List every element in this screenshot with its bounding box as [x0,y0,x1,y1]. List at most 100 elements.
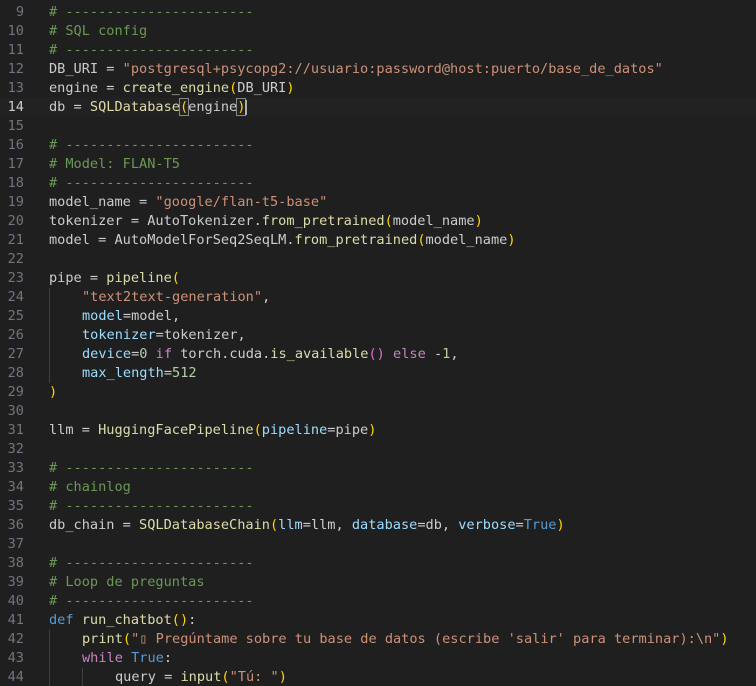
token-comment: # ----------------------- [49,4,254,20]
token-number: 512 [172,365,197,381]
token-bracket1: ) [278,669,287,685]
line-number: 41 [7,612,24,628]
code-line-current[interactable]: 14 db = SQLDatabase(engine) [0,98,756,117]
code-line[interactable]: 19 model_name = "google/flan-t5-base" [0,193,756,212]
code-line[interactable]: 35 # ----------------------- [0,497,756,516]
code-line[interactable]: 25 model=model, [0,307,756,326]
token-plain: engine = [49,80,123,96]
code-line[interactable]: 44 query = input("Tú: ") [0,668,756,686]
line-number: 39 [7,574,24,590]
token-param: verbose [458,517,516,533]
token-bracket1: ( [384,213,393,229]
code-line[interactable]: 24 "text2text-generation", [0,288,756,307]
code-line[interactable]: 21 model = AutoModelForSeq2SeqLM.from_pre… [0,231,756,250]
code-line[interactable]: 38 # ----------------------- [0,554,756,573]
token-plain: query = [115,669,181,685]
token-comment: # ----------------------- [49,555,254,571]
code-line[interactable]: 22 [0,250,756,269]
code-line[interactable]: 39 # Loop de preguntas [0,573,756,592]
line-number: 43 [7,650,24,666]
token-function: SQLDatabaseChain [139,517,270,533]
line-number: 25 [7,308,24,324]
token-plain: , [262,289,271,305]
code-text: ) [49,383,57,402]
code-text: max_length=512 [82,364,197,383]
token-string: "▯ Pregúntame sobre tu base de datos (es… [131,631,721,647]
token-plain: AutoTokenizer. [147,213,262,229]
token-comment: # Loop de preguntas [49,574,205,590]
token-param: tokenizer [82,327,156,343]
code-line[interactable]: 17 # Model: FLAN-T5 [0,155,756,174]
token-plain: torch.cuda. [172,346,271,362]
indent-guide [49,668,50,686]
code-line[interactable]: 42 print("▯ Pregúntame sobre tu base de d… [0,630,756,649]
code-line[interactable]: 37 [0,535,756,554]
code-line[interactable]: 29) [0,383,756,402]
code-text: engine = create_engine(DB_URI) [49,79,295,98]
line-number: 29 [7,384,24,400]
line-number: 23 [7,270,24,286]
code-line[interactable]: 27 device=0 if torch.cuda.is_available() … [0,345,756,364]
code-text: db = SQLDatabase(engine) [49,98,247,117]
token-bracket1: ) [507,232,516,248]
line-number: 11 [7,42,24,58]
code-line[interactable]: 32 [0,440,756,459]
token-function: is_available [270,346,369,362]
token-comment: # chainlog [49,479,131,495]
token-bracket1: ) [556,517,565,533]
token-bracket-match: ( [178,98,190,116]
token-comment: # Model: FLAN-T5 [49,156,180,172]
token-function: from_pretrained [294,232,418,248]
code-line[interactable]: 15 [0,117,756,136]
code-line[interactable]: 40 # ----------------------- [0,592,756,611]
token-function: SQLDatabase [89,99,180,115]
code-line[interactable]: 28 max_length=512 [0,364,756,383]
code-line[interactable]: 12 DB_URI = "postgresql+psycopg2://usuari… [0,60,756,79]
token-plain: =model, [122,308,181,324]
token-bracket1: ( [171,270,180,286]
code-line[interactable]: 13 engine = create_engine(DB_URI) [0,79,756,98]
code-text: # SQL config [49,22,147,41]
code-line[interactable]: 23 pipe = pipeline( [0,269,756,288]
indent-guide [49,630,50,649]
code-text: tokenizer = AutoTokenizer.from_pretraine… [49,212,483,231]
line-number: 35 [7,498,24,514]
token-function: from_pretrained [261,213,385,229]
code-line[interactable]: 34 # chainlog [0,478,756,497]
code-editor[interactable]: 9 # ----------------------- 10 # SQL config… [0,0,756,686]
code-line[interactable]: 16 # ----------------------- [0,136,756,155]
line-number: 42 [7,631,24,647]
token-plain: DB_URI [237,80,287,96]
token-plain: AutoModelForSeq2SeqLM. [114,232,295,248]
token-bracket1: ( [253,422,262,438]
code-line[interactable]: 26 tokenizer=tokenizer, [0,326,756,345]
code-line[interactable]: 43 while True: [0,649,756,668]
line-number: 22 [7,251,24,267]
token-plain: =llm, [302,517,352,533]
line-number: 34 [7,479,24,495]
code-text: # Model: FLAN-T5 [49,155,180,174]
line-number: 9 [15,4,24,20]
code-line[interactable]: 11 # ----------------------- [0,41,756,60]
line-number: 33 [7,460,24,476]
code-line[interactable]: 33 # ----------------------- [0,459,756,478]
code-line[interactable]: 9 # ----------------------- [0,3,756,22]
token-bracket2: () [368,346,385,362]
code-line[interactable]: 36 db_chain = SQLDatabaseChain(llm=llm, d… [0,516,756,535]
code-text: # ----------------------- [49,554,254,573]
code-text: # ----------------------- [49,459,254,478]
indent-guide [49,364,50,383]
token-plain: model_name [425,232,508,248]
token-param: model [82,308,123,324]
code-line[interactable]: 30 [0,402,756,421]
code-line[interactable]: 10 # SQL config [0,22,756,41]
token-plain: - [425,346,443,362]
code-line[interactable]: 18 # ----------------------- [0,174,756,193]
code-line[interactable]: 31 llm = HuggingFacePipeline(pipeline=pip… [0,421,756,440]
code-line[interactable]: 20 tokenizer = AutoTokenizer.from_pretrai… [0,212,756,231]
code-line[interactable]: 41 def run_chatbot(): [0,611,756,630]
token-plain: , [450,346,459,362]
token-bracket1: ) [720,631,729,647]
